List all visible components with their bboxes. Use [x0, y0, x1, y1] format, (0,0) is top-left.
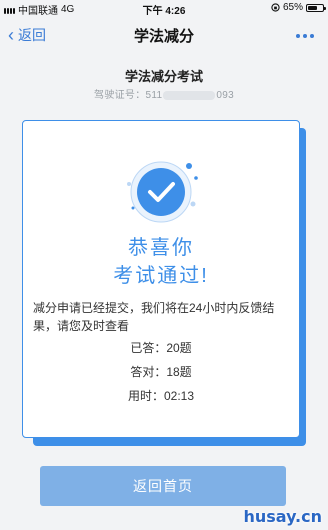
- answered-value: 20题: [166, 341, 192, 355]
- status-bar: 中国联通 4G 下午 4:26 65%: [0, 0, 328, 17]
- answered-stat: 已答：20题: [23, 339, 299, 356]
- license-number: 驾驶证号：511 093: [0, 86, 328, 101]
- more-options-icon[interactable]: [296, 34, 314, 38]
- correct-value: 18题: [166, 365, 192, 379]
- license-end: 093: [216, 90, 234, 101]
- time-value: 02:13: [163, 389, 195, 403]
- status-right: 65%: [271, 2, 326, 13]
- back-label: 返回: [18, 27, 46, 43]
- answered-label: 已答：: [130, 341, 167, 355]
- watermark: husay.cn: [243, 507, 322, 526]
- license-redacted: [163, 90, 216, 100]
- battery-percent: 65%: [282, 2, 303, 13]
- result-card: 恭喜你 考试通过! 减分申请已经提交，我们将在24小时内反馈结果，请您及时查看 …: [22, 120, 300, 438]
- success-check-icon: [127, 161, 198, 223]
- passed-heading: 考试通过!: [113, 265, 209, 287]
- license-start: 511: [145, 90, 163, 101]
- chevron-left-icon: ‹: [8, 25, 14, 45]
- exam-title: 学法减分考试: [124, 69, 203, 84]
- nav-bar: ‹ 返回 学法减分: [0, 16, 328, 54]
- submission-message: 减分申请已经提交，我们将在24小时内反馈结果，请您及时查看: [33, 301, 275, 333]
- correct-label: 答对：: [130, 365, 167, 379]
- time-label: 用时：: [127, 389, 164, 403]
- back-button[interactable]: ‹ 返回: [8, 25, 46, 45]
- page-title: 学法减分: [133, 27, 194, 45]
- orientation-lock-icon: [271, 3, 280, 12]
- congrats-heading: 恭喜你: [128, 237, 194, 259]
- correct-stat: 答对：18题: [23, 363, 299, 380]
- battery-icon: [306, 3, 326, 12]
- time-stat: 用时：02:13: [23, 387, 299, 404]
- license-prefix: 驾驶证号：: [94, 90, 146, 101]
- return-home-button[interactable]: 返回首页: [40, 466, 286, 506]
